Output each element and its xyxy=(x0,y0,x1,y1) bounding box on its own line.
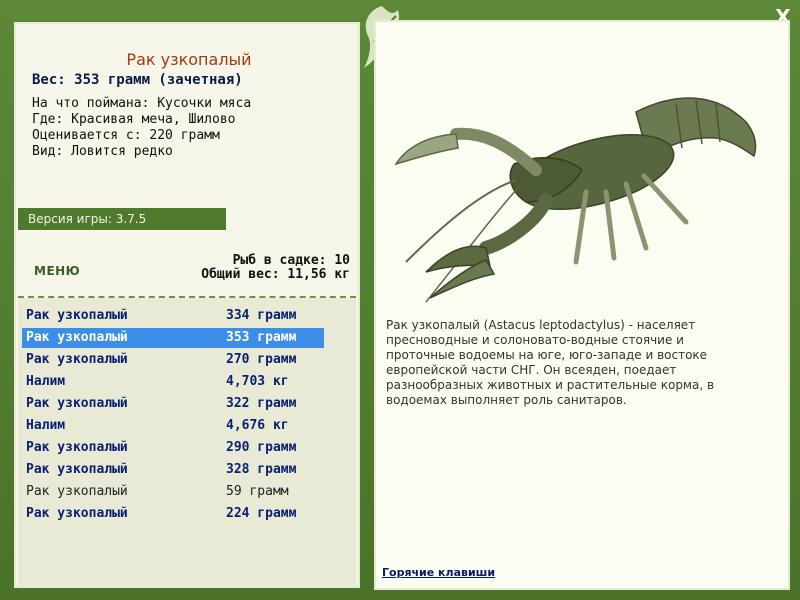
list-item[interactable]: Рак узкопалый 290 грамм xyxy=(22,438,324,458)
list-item[interactable]: Рак узкопалый 328 грамм xyxy=(22,460,324,480)
list-item-name: Рак узкопалый xyxy=(26,484,128,499)
list-item-weight: 4,676 кг xyxy=(226,418,289,433)
list-item-weight: 353 грамм xyxy=(226,330,297,345)
list-item-weight: 224 грамм xyxy=(226,506,297,521)
list-item-selected[interactable]: Рак узкопалый 353 грамм xyxy=(22,328,324,348)
list-item-name: Рак узкопалый xyxy=(26,396,128,411)
fish-detail-panel: Рак узкопалый (Astacus leptodactylus) - … xyxy=(374,20,790,590)
list-item-weight: 290 грамм xyxy=(226,440,297,455)
list-item[interactable]: Рак узкопалый 59 грамм xyxy=(22,482,324,502)
fish-info-panel: Рак узкопалый Вес: 353 грамм (зачетная) … xyxy=(14,22,360,588)
list-item-name: Рак узкопалый xyxy=(26,440,128,455)
list-item-weight: 328 грамм xyxy=(226,462,297,477)
list-item[interactable]: Рак узкопалый 322 грамм xyxy=(22,394,324,414)
fish-bait: На что поймана: Кусочки мяса xyxy=(32,96,252,111)
list-item-name: Рак узкопалый xyxy=(26,330,128,345)
list-item-weight: 59 грамм xyxy=(226,484,289,499)
fish-location: Где: Красивая меча, Шилово xyxy=(32,112,236,127)
game-version: Версия игры: 3.7.5 xyxy=(18,208,226,230)
hotkeys-link[interactable]: Горячие клавиши xyxy=(382,566,495,579)
list-item-weight: 334 грамм xyxy=(226,308,297,323)
list-item-name: Рак узкопалый xyxy=(26,506,128,521)
total-weight: Общий вес: 11,56 кг xyxy=(201,267,350,282)
catch-list: Рак узкопалый 334 грамм Рак узкопалый 35… xyxy=(18,298,356,586)
list-item-name: Рак узкопалый xyxy=(26,308,128,323)
list-item-weight: 270 грамм xyxy=(226,352,297,367)
crayfish-image xyxy=(394,97,757,303)
fish-rarity: Вид: Ловится редко xyxy=(32,144,173,159)
fish-weight: Вес: 353 грамм (зачетная) xyxy=(32,72,243,88)
app-frame: X Рак узкопалый Вес: 353 грамм (зачетная… xyxy=(0,0,800,600)
list-item[interactable]: Налим 4,676 кг xyxy=(22,416,324,436)
fish-title: Рак узкопалый xyxy=(126,50,252,69)
list-item[interactable]: Рак узкопалый 334 грамм xyxy=(22,306,324,326)
fish-count: Рыб в садке: 10 xyxy=(232,253,350,268)
list-item-name: Налим xyxy=(26,374,66,389)
catch-stats: Рыб в садке: 10 Общий вес: 11,56 кг xyxy=(201,254,350,282)
list-item-name: Рак узкопалый xyxy=(26,462,128,477)
fish-description: Рак узкопалый (Astacus leptodactylus) - … xyxy=(386,318,715,407)
list-item-weight: 4,703 кг xyxy=(226,374,289,389)
list-item[interactable]: Налим 4,703 кг xyxy=(22,372,324,392)
list-item[interactable]: Рак узкопалый 270 грамм xyxy=(22,350,324,370)
list-item-name: Рак узкопалый xyxy=(26,352,128,367)
list-item[interactable]: Рак узкопалый 224 грамм xyxy=(22,504,324,524)
list-item-name: Налим xyxy=(26,418,66,433)
menu-button[interactable]: МЕНЮ xyxy=(34,264,80,278)
list-item-weight: 322 грамм xyxy=(226,396,297,411)
fish-valued-from: Оценивается с: 220 грамм xyxy=(32,128,220,143)
